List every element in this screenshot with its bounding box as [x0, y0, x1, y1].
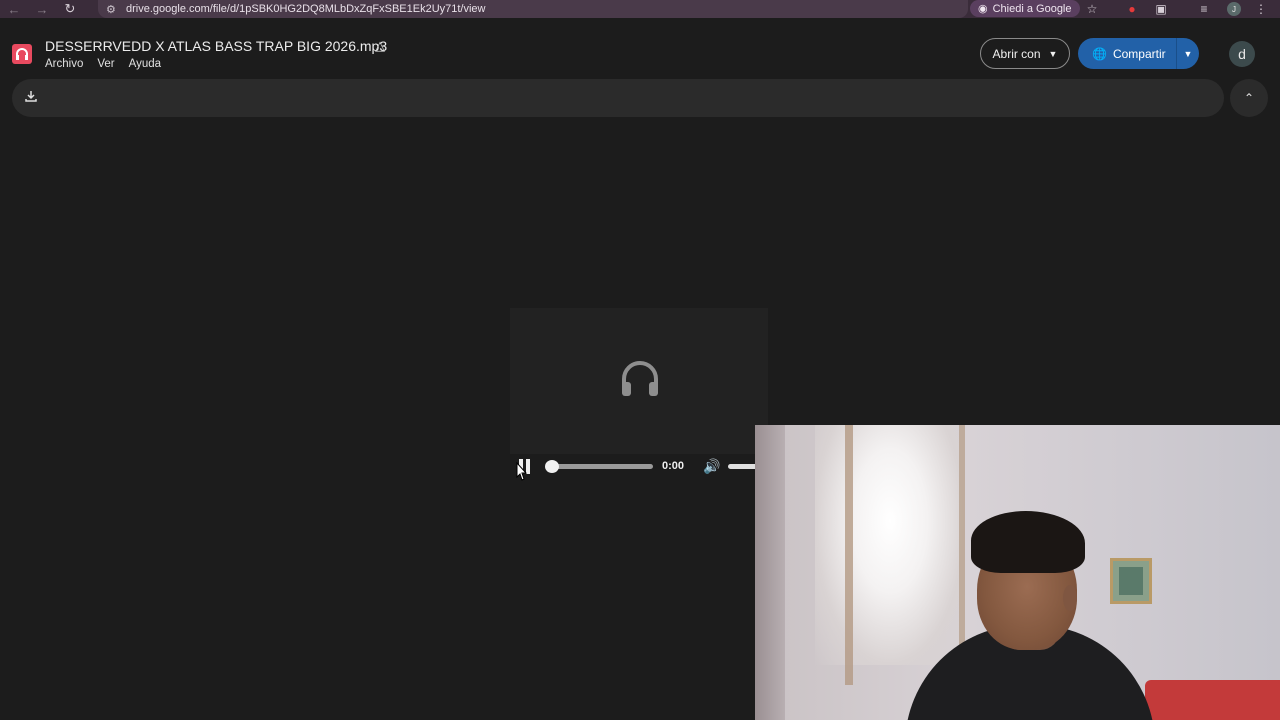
seek-thumb[interactable]	[545, 460, 559, 473]
caret-down-icon: ▼	[1048, 48, 1058, 59]
volume-icon[interactable]: 🔊	[703, 458, 720, 475]
globe-icon: 🌐	[1092, 46, 1107, 61]
headphones-icon	[619, 358, 661, 400]
share-label: Compartir	[1112, 46, 1166, 61]
ask-google-button[interactable]: ◉ Chiedi a Google	[970, 0, 1080, 17]
menu-ayuda[interactable]: Ayuda	[129, 58, 161, 70]
window-frame	[845, 425, 965, 685]
menu-ver[interactable]: Ver	[97, 58, 114, 70]
ask-google-label: Chiedi a Google	[992, 2, 1072, 15]
open-with-label: Abrir con	[992, 46, 1041, 61]
account-avatar[interactable]: d	[1229, 41, 1255, 67]
person-ear	[1063, 585, 1077, 611]
audio-file-icon	[12, 44, 32, 64]
menu-archivo[interactable]: Archivo	[45, 58, 83, 70]
door-frame	[755, 425, 785, 720]
reload-icon[interactable]: ↻	[56, 0, 84, 18]
kebab-menu-icon[interactable]: ⋮	[1252, 0, 1270, 18]
open-with-button[interactable]: Abrir con ▼	[980, 38, 1070, 69]
viewer-toolbar	[12, 79, 1224, 117]
share-options-icon[interactable]: ▼	[1177, 49, 1199, 59]
collapse-toolbar-icon[interactable]: ⌃	[1230, 79, 1268, 117]
drive-header: DESSERRVEDD X ATLAS BASS TRAP BIG 2026.m…	[0, 28, 1280, 76]
star-icon[interactable]: ☆	[1083, 0, 1101, 18]
back-arrow-icon[interactable]: ←	[0, 0, 28, 18]
audio-controls: 0:00 🔊	[515, 456, 768, 478]
person-hair	[971, 511, 1085, 573]
extensions-puzzle-icon[interactable]: ▣	[1152, 0, 1170, 18]
webcam-overlay	[755, 425, 1280, 720]
share-button[interactable]: 🌐 Compartir ▼	[1078, 38, 1199, 69]
wall-picture	[1110, 558, 1152, 604]
forward-arrow-icon[interactable]: →	[28, 0, 56, 18]
share-main[interactable]: 🌐 Compartir	[1078, 47, 1176, 61]
file-title: DESSERRVEDD X ATLAS BASS TRAP BIG 2026.m…	[45, 38, 388, 54]
site-settings-icon[interactable]: ⚙	[106, 3, 120, 16]
lens-icon: ◉	[978, 3, 988, 15]
red-couch	[1145, 680, 1280, 720]
address-bar[interactable]: ⚙ drive.google.com/file/d/1pSBK0HG2DQ8ML…	[98, 0, 968, 18]
profile-avatar[interactable]: J	[1225, 0, 1243, 18]
download-icon[interactable]	[24, 89, 38, 106]
shared-drive-icon[interactable]: △	[375, 38, 385, 54]
media-queue-icon[interactable]: ≡	[1195, 0, 1213, 18]
current-time: 0:00	[662, 460, 685, 472]
mouse-cursor-icon	[516, 461, 528, 482]
url-text[interactable]: drive.google.com/file/d/1pSBK0HG2DQ8MLbD…	[126, 3, 486, 15]
seek-bar[interactable]	[545, 460, 653, 473]
extension-red-icon[interactable]: ●	[1123, 0, 1141, 18]
menu-bar: Archivo Ver Ayuda	[45, 58, 161, 70]
